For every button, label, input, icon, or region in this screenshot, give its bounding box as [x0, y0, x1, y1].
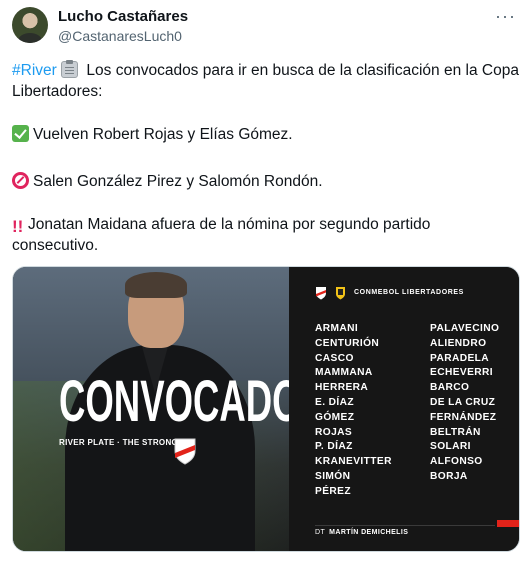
player-name: ALFONSO [430, 456, 483, 468]
tweet-line-4-text: Salen González Pirez y Salomón Rondón. [33, 173, 323, 190]
player-name: KRANEVITTER [315, 456, 392, 468]
player-name: ALIENDRO [430, 337, 487, 349]
player-name: BARCO [430, 382, 470, 394]
tweet-line-3: Vuelven Robert Rojas y Elías Gómez. [12, 124, 293, 145]
avatar[interactable] [12, 7, 48, 43]
coach-figure-hair [125, 272, 187, 298]
player-name: ROJAS [315, 426, 353, 438]
player-name: PARADELA [430, 352, 490, 364]
card-title: CONVOCADOS [59, 369, 325, 434]
player-name: SIMÓN [315, 470, 351, 482]
coach-photo: CONVOCADOS RIVER PLATE · THE STRONGEST [13, 267, 325, 551]
river-plate-crest-icon [174, 438, 196, 465]
tweet-line-2: Libertadores: [12, 83, 103, 100]
player-name: GÓMEZ [315, 411, 355, 423]
squad-panel: CONMEBOL LIBERTADORES ARMANI CENTURIÓN C… [289, 267, 519, 551]
tweet-line-5: !! Jonatan Maidana afuera de la nómina po… [12, 214, 430, 235]
author-name[interactable]: Lucho Castañares [58, 8, 188, 25]
squad-list-left: ARMANI CENTURIÓN CASCO MAMMANA HERRERA E… [315, 322, 392, 500]
tweet-line-6: consecutivo. [12, 237, 99, 254]
hashtag-link[interactable]: #River [12, 62, 57, 79]
river-plate-small-crest-icon [316, 287, 326, 300]
player-name: SOLARI [430, 441, 471, 453]
tweet-line-1-text: Los convocados para ir en busca de la cl… [82, 62, 519, 79]
no-entry-icon [12, 172, 29, 189]
player-name: CASCO [315, 352, 354, 364]
tweet-line-1: #River Los convocados para ir en busca d… [12, 60, 519, 81]
clipboard-icon [61, 60, 79, 78]
player-name: CENTURIÓN [315, 337, 380, 349]
coach-name: MARTÍN DEMICHELIS [329, 529, 409, 536]
player-name: HERRERA [315, 382, 369, 394]
league-name: CONMEBOL LIBERTADORES [354, 289, 464, 296]
check-mark-icon [12, 125, 29, 142]
tweet-line-4: Salen González Pirez y Salomón Rondón. [12, 171, 323, 192]
tweet-line-3-text: Vuelven Robert Rojas y Elías Gómez. [33, 126, 293, 143]
player-name: DE LA CRUZ [430, 396, 496, 408]
squad-list-right: PALAVECINO ALIENDRO PARADELA ECHEVERRI B… [430, 322, 499, 485]
player-name: ECHEVERRI [430, 367, 494, 379]
coach-credit: DT MARTÍN DEMICHELIS [315, 529, 408, 536]
player-name: MAMMANA [315, 367, 373, 379]
author-handle[interactable]: @CastanaresLuch0 [58, 28, 182, 44]
player-name: PALAVECINO [430, 323, 500, 334]
the-strongest-crest-icon [336, 287, 345, 300]
player-name: FERNÁNDEZ [430, 411, 497, 423]
player-name: BELTRÁN [430, 426, 481, 438]
player-name: PÉREZ [315, 485, 351, 497]
accent-bar [497, 520, 519, 527]
more-options-icon[interactable]: ··· [495, 6, 516, 27]
player-name: P. DÍAZ [315, 441, 353, 453]
player-name: ARMANI [315, 323, 359, 334]
tweet-media-card[interactable]: CONVOCADOS RIVER PLATE · THE STRONGEST C… [12, 266, 520, 552]
divider [315, 525, 495, 526]
tweet-line-5-text: Jonatan Maidana afuera de la nómina por … [28, 216, 431, 233]
player-name: BORJA [430, 470, 468, 482]
coach-label: DT [315, 529, 326, 536]
player-name: E. DÍAZ [315, 396, 355, 408]
double-exclamation-icon: !! [12, 217, 24, 236]
